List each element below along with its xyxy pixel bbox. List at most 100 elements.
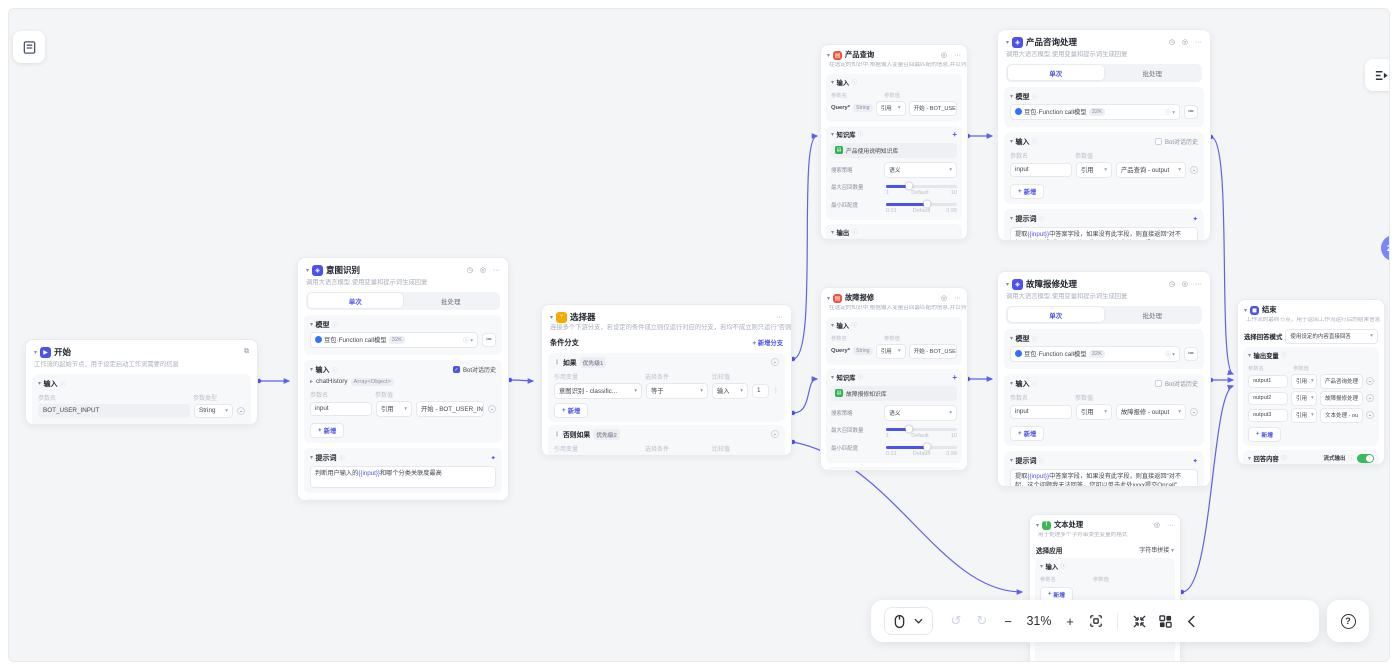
add-param-button[interactable]: +新增 (310, 423, 344, 438)
add-condition-button[interactable]: +新增 (554, 403, 588, 418)
strategy-select[interactable]: 语义▾ (884, 162, 957, 178)
node-product-query[interactable]: ▾ ▤ 产品查询 ◎ ··· 在选定的知识中,根据输入变量召回最匹配的信息,并以… (820, 44, 968, 240)
remove-row-icon[interactable] (1366, 377, 1374, 385)
workflow-canvas[interactable]: ▾ ▶ 开始 ⧉ 工作流的起始节点，用于设定启动工作流需要的信息 ▾ 输入 ⓘ … (8, 8, 1390, 662)
max-recall-slider[interactable]: 1Default10 (886, 426, 957, 439)
max-recall-slider[interactable]: 1Default10 (886, 183, 957, 196)
collapse-chevron-icon[interactable]: ▾ (827, 52, 830, 59)
pointer-mode-select[interactable] (884, 607, 933, 635)
branch-ref-select[interactable]: 意图识别 - classific...▾ (554, 455, 642, 456)
node-intent-recognition[interactable]: ▾ ◈ 意图识别 ◷ ◎ ··· 调用大语言模型,使用变量和提示词生成回复 单次… (297, 257, 509, 501)
collapse-chevron-icon[interactable]: ▾ (1006, 281, 1009, 288)
branch-valmode-select[interactable]: 输入▾ (712, 455, 748, 456)
collapse-chevron-icon[interactable]: ▾ (1036, 522, 1039, 529)
collapse-nodes-button[interactable] (1126, 615, 1152, 628)
ref-value-select[interactable]: 故障报修处理▾ (1320, 391, 1363, 406)
bot-history-checkbox[interactable]: ✓ (453, 366, 460, 373)
test-run-icon[interactable]: ◷ (1169, 38, 1175, 46)
tab-batch[interactable]: 批处理 (403, 293, 499, 308)
ref-value-select[interactable]: 产品查询 - output▾ (1116, 162, 1186, 178)
more-icon[interactable]: ··· (954, 295, 961, 302)
model-settings-icon[interactable]: ≔ (482, 333, 496, 347)
auto-layout-button[interactable] (1152, 615, 1178, 628)
more-icon[interactable]: ··· (493, 267, 500, 274)
add-param-button[interactable]: +新增 (1010, 184, 1044, 199)
model-settings-icon[interactable]: ≔ (1184, 347, 1198, 361)
ref-value-select[interactable]: 开始 - BOT_USER▾ (909, 101, 957, 116)
branch-op-select[interactable]: 等于▾ (646, 383, 708, 399)
tab-single[interactable]: 单次 (1008, 65, 1105, 80)
ref-mode-select[interactable]: 引用▾ (876, 101, 906, 116)
collapse-chevron-icon[interactable]: ▾ (1006, 39, 1009, 46)
collapse-chevron-icon[interactable]: ▾ (827, 295, 830, 302)
knowledge-item[interactable]: ▤产品使用说明知识库 (831, 143, 957, 158)
param-name-field[interactable]: BOT_USER_INPUT (38, 404, 190, 418)
ref-mode-select[interactable]: 引用▾ (1291, 374, 1317, 389)
right-panel-toggle-button[interactable] (1365, 59, 1390, 91)
outvar-name-field[interactable]: output2 (1248, 392, 1288, 405)
ref-mode-select[interactable]: 引用▾ (1291, 391, 1317, 406)
test-run-icon[interactable]: ◷ (1169, 280, 1175, 288)
add-param-button[interactable]: +新增 (38, 424, 72, 425)
add-param-button[interactable]: +新增 (1010, 426, 1044, 441)
prompt-textarea[interactable]: 判断用户输入的{{input}}和哪个分类关联度最高 (310, 466, 496, 488)
tab-single[interactable]: 单次 (308, 293, 404, 308)
remove-branch-icon[interactable] (771, 358, 779, 366)
duplicate-icon[interactable]: ⧉ (244, 348, 249, 356)
prompt-optimize-icon[interactable]: ✦ (1193, 457, 1198, 465)
app-select[interactable]: 字符串拼接 ▾ (1139, 545, 1174, 554)
strategy-select[interactable]: 语义▾ (884, 405, 957, 421)
node-selector[interactable]: ▾ ⑂ 选择器 ··· 连接多个下游分支，若设定的条件成立则仅运行对应的分支，若… (541, 304, 792, 456)
ref-mode-select[interactable]: 引用▾ (376, 401, 412, 417)
add-knowledge-icon[interactable]: + (952, 373, 957, 382)
play-icon[interactable]: ◎ (480, 266, 486, 274)
prompt-optimize-icon[interactable]: ✦ (1193, 215, 1198, 223)
more-icon[interactable]: ··· (954, 52, 961, 59)
stream-toggle[interactable] (1357, 454, 1374, 463)
test-run-icon[interactable]: ◷ (467, 266, 473, 274)
tab-single[interactable]: 单次 (1008, 307, 1105, 322)
drag-handle-icon[interactable]: ⋮ (554, 359, 560, 366)
node-fault-query[interactable]: ▾ ▤ 故障报修 ◎ ··· 在选定的知识中,根据输入变量召回最匹配的信息,并以… (820, 287, 968, 471)
more-icon[interactable]: ··· (1195, 39, 1202, 46)
remove-row-icon[interactable] (1190, 408, 1198, 416)
branch-ref-select[interactable]: 意图识别 - classific...▾ (554, 383, 642, 399)
model-select[interactable]: 豆包·Function call模型32K ⓘ ▾ (1010, 104, 1180, 120)
ref-value-select[interactable]: 产品咨询处理▾ (1320, 374, 1363, 389)
add-branch-button[interactable]: + 新增分支 (752, 338, 783, 347)
collapse-chevron-icon[interactable]: ▾ (550, 314, 553, 321)
prompt-textarea[interactable]: 提取{{input}}中答案字段，如果没有此字段，则直接返回“对不起，这个问题我… (1010, 469, 1198, 487)
bot-history-checkbox[interactable] (1155, 380, 1162, 387)
zoom-out-button[interactable]: − (995, 614, 1021, 629)
remove-row-icon[interactable] (1366, 411, 1374, 419)
branch-op-select[interactable]: 等于▾ (646, 455, 708, 456)
ref-mode-select[interactable]: 引用▾ (1076, 162, 1112, 178)
section-chevron-icon[interactable]: ▾ (310, 321, 313, 328)
min-match-slider[interactable]: 0.01Default0.99 (886, 444, 957, 457)
model-select[interactable]: 豆包·Function call模型32K ⓘ ▾ (1010, 346, 1180, 362)
ref-value-select[interactable]: 开始 - BOT_USER▾ (909, 344, 957, 359)
zoom-level[interactable]: 31% (1021, 614, 1057, 628)
node-fault-handle[interactable]: ▾ ◈ 故障报修处理 ◷ ◎ ··· 调用大语言模型,使用变量和提示词生成回复 … (997, 271, 1211, 487)
expand-icon[interactable]: ▸ (310, 378, 313, 385)
tab-batch[interactable]: 批处理 (1104, 307, 1201, 322)
play-icon[interactable]: ◎ (1154, 521, 1160, 529)
param-name-field[interactable]: input (1010, 405, 1072, 419)
node-product-consult[interactable]: ▾ ◈ 产品咨询处理 ◷ ◎ ··· 调用大语言模型,使用变量和提示词生成回复 … (997, 29, 1211, 241)
undo-button[interactable]: ↺ (943, 613, 969, 629)
add-knowledge-icon[interactable]: + (952, 130, 957, 139)
knowledge-item[interactable]: ▤故障报修知识库 (831, 386, 957, 401)
outvar-name-field[interactable]: output3 (1248, 409, 1288, 422)
branch-value-field[interactable]: 1 (752, 384, 769, 398)
prompt-textarea[interactable]: 提取{{input}}中答案字段，如果没有此字段，则直接返回“对不起，这个问题我… (1010, 227, 1198, 241)
model-select[interactable]: 豆包·Function call模型32K ⓘ ▾ (310, 332, 478, 348)
branch-valmode-select[interactable]: 输入▾ (712, 383, 748, 399)
min-match-slider[interactable]: 0.01Default0.99 (886, 201, 957, 214)
collapse-chevron-icon[interactable]: ▾ (306, 267, 309, 274)
param-type-select[interactable]: String▾ (194, 404, 233, 418)
collapse-chevron-icon[interactable]: ▾ (34, 349, 37, 356)
ref-mode-select[interactable]: 引用▾ (1076, 404, 1112, 420)
row-handle-icon[interactable]: ⋮ (773, 387, 779, 394)
add-outvar-button[interactable]: +新增 (1248, 427, 1281, 442)
more-icon[interactable]: ··· (1167, 522, 1174, 529)
